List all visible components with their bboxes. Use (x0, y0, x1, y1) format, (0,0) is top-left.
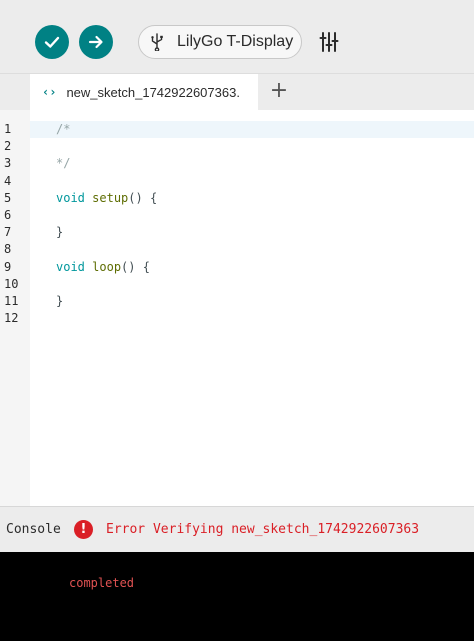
upload-button[interactable] (79, 25, 113, 59)
arduino-cloud-editor: LilyGo T-Display ‹› new_sketch_174292260… (0, 0, 474, 641)
code-icon: ‹› (42, 85, 57, 99)
line-number: 2 (4, 139, 12, 154)
code-line: } (56, 225, 64, 240)
line-number: 12 (4, 311, 19, 326)
tab-bar: ‹› new_sketch_1742922607363. + (0, 74, 474, 110)
line-numbers: 1 2 3 4 5 6 7 8 9 10 11 12 (0, 121, 30, 327)
line-number: 8 (4, 242, 12, 257)
code-editor[interactable]: 1 2 3 4 5 6 7 8 9 10 11 12 /* */void setup() {} void … (0, 110, 474, 506)
sliders-icon (319, 32, 339, 52)
line-number: 7 (4, 225, 12, 240)
code-line: /* (56, 122, 71, 136)
code-line: void loop() { (56, 259, 150, 274)
verify-button[interactable] (35, 25, 69, 59)
console-title[interactable]: Console (6, 522, 61, 537)
toolbar: LilyGo T-Display (0, 0, 474, 74)
board-name: LilyGo T-Display (177, 33, 294, 50)
line-number: 4 (4, 173, 12, 188)
console-header: Console ! Error Verifying new_sketch_174… (0, 506, 474, 552)
code-line: void setup() { (56, 190, 158, 205)
line-number: 5 (4, 190, 12, 205)
console-output-line: completed (69, 576, 135, 590)
usb-icon (151, 33, 163, 51)
console-status: Error Verifying new_sketch_1742922607363 (106, 522, 420, 537)
line-number-gutter: 1 2 3 4 5 6 7 8 9 10 11 12 (0, 110, 30, 506)
line-number: 11 (4, 293, 19, 308)
line-number: 10 (4, 276, 19, 291)
board-selector[interactable]: LilyGo T-Display (138, 25, 302, 59)
add-tab-button[interactable]: + (268, 80, 290, 102)
error-icon: ! (74, 520, 93, 539)
line-number: 6 (4, 207, 12, 222)
serial-monitor-button[interactable] (318, 30, 344, 54)
arrow-right-icon (88, 35, 103, 49)
tab-label: new_sketch_1742922607363. (66, 84, 240, 100)
code-content[interactable]: /* */ void setup() {} void loop() {} (56, 121, 157, 327)
code-line: } (56, 293, 64, 308)
code-line: */ (56, 156, 71, 171)
line-number: 3 (4, 156, 12, 171)
check-icon (44, 36, 60, 48)
line-number: 1 (4, 122, 12, 136)
console-output[interactable]: completed (0, 552, 474, 641)
line-number: 9 (4, 259, 12, 274)
tab-sketch[interactable]: ‹› new_sketch_1742922607363. (30, 74, 258, 110)
